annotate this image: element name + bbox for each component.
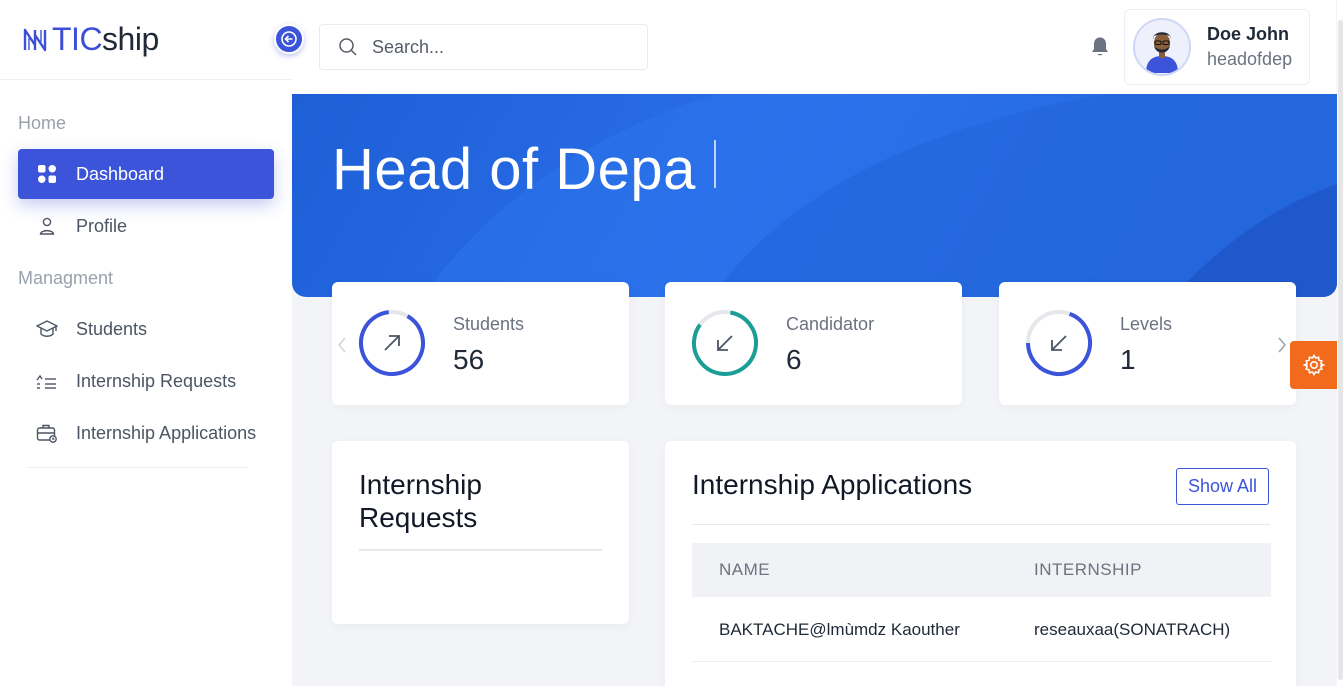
- sidebar-item-profile[interactable]: Profile: [18, 201, 274, 251]
- graduation-cap-icon: [36, 318, 58, 340]
- arrow-down-left-icon: [1051, 335, 1067, 351]
- arrow-left-icon: [281, 31, 297, 47]
- cell-internship: reseauxaa(SONATRACH): [1034, 620, 1231, 639]
- sidebar: TIC ship Home Dashboard Profile Managment…: [0, 0, 292, 686]
- brand-ship: ship: [102, 21, 159, 57]
- stat-card-students[interactable]: Students 56: [332, 282, 629, 405]
- show-all-button[interactable]: Show All: [1176, 468, 1269, 505]
- section-management: Managment: [18, 268, 114, 288]
- avatar: [1133, 18, 1191, 76]
- column-header-name[interactable]: NAME: [719, 560, 770, 580]
- sidebar-item-label: Internship Requests: [76, 370, 237, 391]
- brand[interactable]: TIC ship: [0, 0, 292, 80]
- hero-title: Head of Depa: [332, 137, 696, 202]
- cell-name: BAKTACHE@lmùmdz Kaouther: [719, 620, 960, 639]
- bell-icon[interactable]: [1090, 36, 1110, 63]
- carousel-next-button[interactable]: [1277, 336, 1287, 359]
- table-row[interactable]: BAKTACHE@lmùmdz Kaouther reseauxaa(SONAT…: [692, 597, 1271, 662]
- arrow-up-right-icon: [384, 335, 400, 351]
- search-input[interactable]: [372, 36, 632, 58]
- stat-card-levels[interactable]: Levels 1: [999, 282, 1296, 405]
- stat-label: Levels: [1120, 314, 1173, 334]
- arrow-down-left-icon: [717, 335, 733, 351]
- stat-card-candidator[interactable]: Candidator 6: [665, 282, 962, 405]
- stat-value: 6: [786, 344, 802, 375]
- typing-cursor: [714, 140, 716, 188]
- user-role: headofdep: [1207, 49, 1293, 69]
- sidebar-item-label: Students: [76, 318, 148, 339]
- sidebar-item-label: Dashboard: [76, 163, 165, 184]
- chevron-right-icon: [1278, 337, 1286, 353]
- table-header: NAME INTERNSHIP: [692, 543, 1271, 597]
- stat-value: 1: [1120, 344, 1136, 375]
- stat-label: Candidator: [786, 314, 875, 334]
- progress-ring: [692, 310, 758, 376]
- column-header-internship[interactable]: INTERNSHIP: [1034, 560, 1142, 580]
- panel-title: Internship Applications: [692, 469, 973, 500]
- user-menu[interactable]: Doe John headofdep: [1124, 9, 1310, 85]
- nav-divider: [26, 467, 248, 468]
- stat-label: Students: [453, 314, 525, 334]
- sidebar-item-students[interactable]: Students: [18, 304, 274, 354]
- sidebar-item-label: Internship Applications: [76, 422, 257, 443]
- sidebar-item-internship-applications[interactable]: Internship Applications: [18, 408, 274, 458]
- sidebar-item-dashboard[interactable]: Dashboard: [18, 149, 274, 199]
- list-icon: [36, 370, 58, 392]
- internship-requests-panel: Internship Requests: [332, 441, 629, 624]
- panel-title: Internship Requests: [359, 469, 482, 533]
- brand-tic: TIC: [52, 21, 103, 57]
- sidebar-item-internship-requests[interactable]: Internship Requests: [18, 356, 274, 406]
- grid-icon: [36, 163, 58, 185]
- collapse-sidebar-button[interactable]: [274, 24, 304, 54]
- search-icon: [339, 38, 357, 56]
- carousel-prev-button[interactable]: [337, 336, 347, 359]
- internship-applications-panel: Internship Applications Show All NAME IN…: [665, 441, 1296, 686]
- chevron-left-icon: [338, 337, 346, 353]
- divider: [692, 524, 1270, 525]
- progress-ring: [1026, 310, 1092, 376]
- brand-logo[interactable]: TIC ship: [22, 21, 159, 58]
- sidebar-item-label: Profile: [76, 215, 128, 236]
- hero-banner: Head of Depa: [292, 94, 1337, 297]
- settings-button[interactable]: [1290, 341, 1337, 389]
- gear-icon: [1302, 354, 1325, 376]
- section-home: Home: [18, 113, 67, 133]
- search-box[interactable]: [319, 24, 648, 70]
- user-name: Doe John: [1207, 24, 1290, 44]
- divider: [359, 549, 602, 551]
- stat-value: 56: [453, 344, 485, 375]
- scrollbar[interactable]: [1337, 0, 1344, 686]
- topbar: Doe John headofdep: [292, 0, 1336, 94]
- scrollbar-thumb[interactable]: [1338, 20, 1343, 680]
- n-logo-icon: [23, 28, 47, 51]
- user-icon: [36, 215, 58, 237]
- progress-ring: [359, 310, 425, 376]
- briefcase-icon: [36, 422, 58, 444]
